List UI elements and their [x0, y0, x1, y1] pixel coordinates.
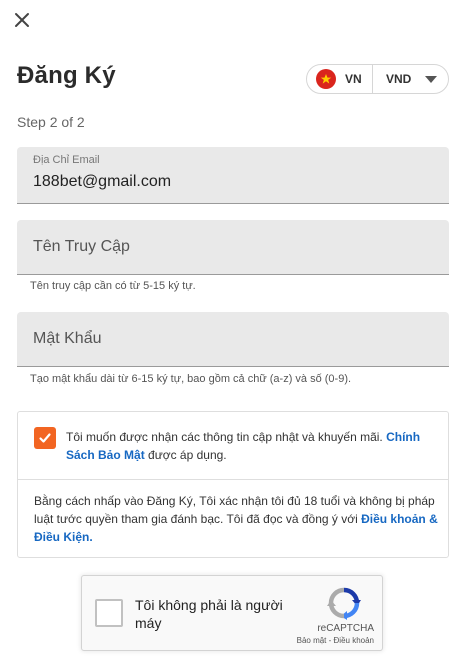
step-indicator: Step 2 of 2	[17, 114, 85, 130]
close-icon	[15, 13, 29, 27]
recaptcha-privacy-link[interactable]: Bảo mật	[297, 636, 327, 645]
username-helper: Tên truy cập cần có từ 5-15 ký tự.	[30, 280, 196, 292]
password-placeholder: Mật Khẩu	[33, 330, 102, 347]
password-helper: Tạo mật khẩu dài từ 6-15 ký tự, bao gồm …	[30, 373, 352, 385]
username-field[interactable]: Tên Truy Cập	[17, 220, 449, 275]
age-agreement-text: Bằng cách nhấp vào Đăng Ký, Tôi xác nhận…	[34, 492, 439, 546]
close-button[interactable]	[12, 10, 32, 30]
password-field[interactable]: Mật Khẩu	[17, 312, 449, 367]
recaptcha-label: Tôi không phải là người máy	[135, 597, 283, 631]
consent-text-before: Tôi muốn được nhận các thông tin cập nhậ…	[66, 430, 387, 444]
recaptcha-widget: Tôi không phải là người máy reCAPTCHA Bả…	[81, 575, 383, 651]
country-selector[interactable]: VN	[307, 65, 373, 93]
recaptcha-terms-link[interactable]: Điều khoản	[334, 636, 374, 645]
vietnam-flag-icon	[316, 69, 336, 89]
currency-code: VND	[386, 72, 412, 86]
email-label: Địa Chỉ Email	[33, 154, 100, 166]
consent-box: Tôi muốn được nhận các thông tin cập nhậ…	[17, 411, 449, 558]
recaptcha-links: Bảo mật - Điều khoản	[297, 636, 374, 645]
username-placeholder: Tên Truy Cập	[33, 238, 130, 255]
page-title: Đăng Ký	[17, 62, 116, 89]
currency-selector[interactable]: VND	[373, 65, 448, 93]
email-field[interactable]: Địa Chỉ Email 188bet@gmail.com	[17, 147, 449, 204]
marketing-consent-text: Tôi muốn được nhận các thông tin cập nhậ…	[66, 428, 436, 464]
marketing-consent-row: Tôi muốn được nhận các thông tin cập nhậ…	[18, 412, 448, 480]
recaptcha-checkbox[interactable]	[95, 599, 123, 627]
recaptcha-brand: reCAPTCHA	[317, 623, 374, 634]
marketing-consent-checkbox[interactable]	[34, 427, 56, 449]
email-value: 188bet@gmail.com	[33, 173, 172, 190]
recaptcha-logo-icon	[327, 586, 361, 620]
recaptcha-separator: -	[326, 636, 334, 645]
country-code: VN	[345, 72, 362, 86]
consent-text-after: được áp dụng.	[144, 448, 227, 462]
locale-selector: VN VND	[306, 64, 449, 94]
caret-down-icon	[425, 75, 438, 83]
checkmark-icon	[39, 433, 51, 443]
